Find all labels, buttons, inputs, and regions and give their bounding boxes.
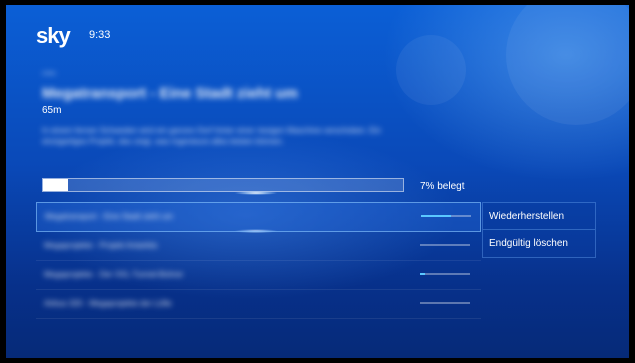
sky-logo: sky xyxy=(36,23,71,48)
context-menu: Wiederherstellen Endgültig löschen xyxy=(482,202,596,258)
recording-progress xyxy=(420,302,470,304)
recording-progress xyxy=(421,215,471,217)
delete-permanently-button[interactable]: Endgültig löschen xyxy=(482,230,596,258)
recording-duration: 65m xyxy=(42,105,62,116)
highlight-glow xyxy=(234,191,278,195)
background-bubble xyxy=(506,5,629,125)
recording-row[interactable]: Airbus 320 - Megaprojekte der Lüfte xyxy=(36,290,481,319)
recording-row-title: Megaprojekte - Der XXL-Tunnel-Bohrer xyxy=(44,270,184,279)
tv-screen: sky 9:33 Doku Megatransport - Eine Stadt… xyxy=(6,5,629,358)
recording-row-title: Megaprojekte - Projekt Antarktis xyxy=(44,241,158,250)
storage-bar xyxy=(42,178,404,192)
background-bubble xyxy=(396,35,466,105)
recording-row[interactable]: Megatransport - Eine Stadt zieht um xyxy=(36,202,481,232)
storage-bar-fill xyxy=(43,179,69,191)
recording-description: In einem fernen Schweden wird ein ganzes… xyxy=(42,126,381,146)
recording-row[interactable]: Megaprojekte - Projekt Antarktis xyxy=(36,232,481,261)
recording-progress-fill xyxy=(421,215,451,217)
recording-progress xyxy=(420,244,470,246)
recording-category: Doku xyxy=(42,71,57,77)
storage-label: 7% belegt xyxy=(420,181,465,192)
recording-row-title: Airbus 320 - Megaprojekte der Lüfte xyxy=(44,299,172,308)
recording-progress-fill xyxy=(420,273,425,275)
recording-row[interactable]: Megaprojekte - Der XXL-Tunnel-Bohrer xyxy=(36,261,481,290)
recording-progress xyxy=(420,273,470,275)
restore-button[interactable]: Wiederherstellen xyxy=(482,202,596,230)
recording-row-title: Megatransport - Eine Stadt zieht um xyxy=(45,212,174,221)
recordings-list: Megatransport - Eine Stadt zieht um Mega… xyxy=(36,202,481,319)
recording-title: Megatransport - Eine Stadt zieht um xyxy=(42,85,298,102)
clock: 9:33 xyxy=(89,29,111,41)
